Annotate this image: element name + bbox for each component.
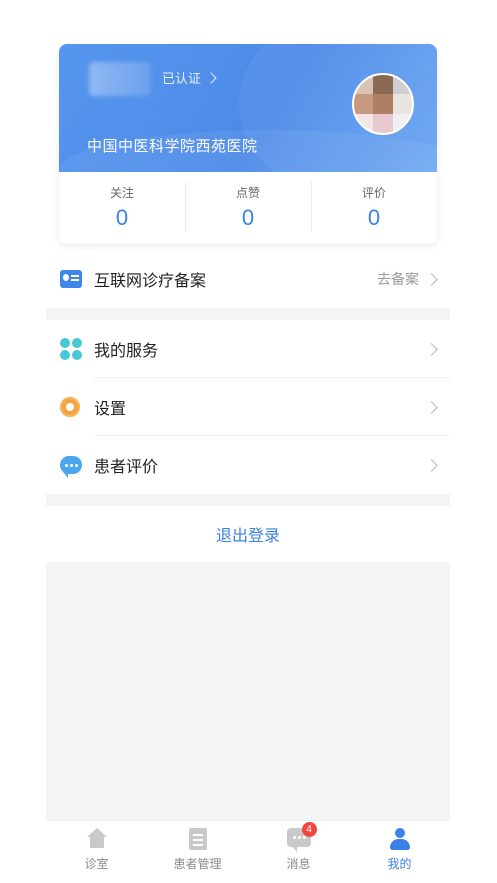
section-divider <box>46 494 450 506</box>
stats-bar: 关注 0 点赞 0 评价 0 <box>59 172 437 244</box>
menu-item-patient-reviews[interactable]: 患者评价 <box>46 436 450 494</box>
stat-reviews[interactable]: 评价 0 <box>311 172 437 244</box>
bottom-tab-bar: 诊室 患者管理 4 消息 我的 <box>46 820 450 883</box>
tab-messages[interactable]: 4 消息 <box>248 821 349 883</box>
chevron-right-icon <box>205 71 217 84</box>
id-card-icon <box>60 270 82 288</box>
logout-button[interactable]: 退出登录 <box>46 506 450 562</box>
stat-label: 评价 <box>361 186 386 200</box>
menu-item-settings[interactable]: 设置 <box>46 378 450 436</box>
menu-item-label: 设置 <box>94 401 127 418</box>
home-icon <box>86 828 108 848</box>
stat-value: 0 <box>115 205 129 230</box>
service-icon <box>60 338 82 360</box>
gear-icon <box>60 397 80 417</box>
unread-badge: 4 <box>301 822 317 837</box>
tab-mine[interactable]: 我的 <box>349 821 450 883</box>
tab-label: 患者管理 <box>173 857 222 871</box>
chevron-right-icon <box>425 342 438 356</box>
menu-item-label: 我的服务 <box>94 343 159 360</box>
hospital-name: 中国中医科学院西苑医院 <box>87 138 258 155</box>
certified-link[interactable]: 已认证 <box>162 68 217 87</box>
page-empty-area <box>46 562 450 820</box>
chevron-right-icon <box>425 400 438 414</box>
tab-label: 诊室 <box>84 857 109 871</box>
profile-card: 已认证 中国中医科学院西苑医院 关注 0 点赞 0 评价 0 <box>59 44 437 244</box>
stat-likes[interactable]: 点赞 0 <box>185 172 311 244</box>
avatar[interactable] <box>352 73 414 135</box>
menu-item-my-services[interactable]: 我的服务 <box>46 320 450 378</box>
record-action[interactable]: 去备案 <box>377 269 438 289</box>
tab-clinic[interactable]: 诊室 <box>46 821 147 883</box>
record-action-label: 去备案 <box>377 271 419 287</box>
profile-header[interactable]: 已认证 中国中医科学院西苑医院 <box>59 44 437 210</box>
stat-label: 关注 <box>109 186 134 200</box>
tab-label: 我的 <box>387 857 412 871</box>
stat-label: 点赞 <box>235 186 260 200</box>
stat-value: 0 <box>367 205 381 230</box>
tab-label: 消息 <box>286 857 311 871</box>
profile-icon <box>389 828 411 850</box>
tab-patient-management[interactable]: 患者管理 <box>147 821 248 883</box>
chevron-right-icon <box>425 458 438 472</box>
chat-icon <box>60 456 82 478</box>
chevron-right-icon <box>425 272 438 286</box>
patient-icon <box>188 828 207 850</box>
record-label: 互联网诊疗备案 <box>94 273 207 290</box>
menu-item-label: 患者评价 <box>94 459 159 476</box>
doctor-name-blurred <box>89 62 151 96</box>
record-row[interactable]: 互联网诊疗备案 去备案 <box>46 250 450 308</box>
stat-value: 0 <box>241 205 255 230</box>
stat-follow[interactable]: 关注 0 <box>59 172 185 244</box>
certified-label: 已认证 <box>162 71 202 86</box>
section-divider <box>46 308 450 320</box>
